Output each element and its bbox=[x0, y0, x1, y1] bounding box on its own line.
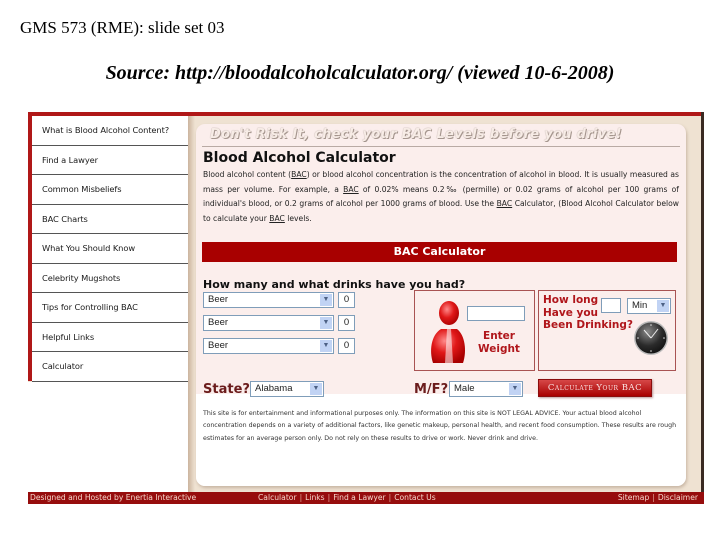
weight-input[interactable] bbox=[467, 306, 525, 321]
calculate-bac-button[interactable]: Calculate Your BAC bbox=[538, 379, 652, 397]
drink-type-select-1[interactable]: Beer ▼ bbox=[203, 292, 334, 308]
intro-text: Blood alcohol content ( bbox=[203, 170, 292, 179]
weight-label-line: Enter bbox=[483, 330, 515, 342]
weight-box: Enter Weight bbox=[414, 290, 535, 371]
drink-qty-input-3[interactable]: 0 bbox=[338, 338, 355, 354]
duration-unit-value: Min bbox=[632, 300, 648, 311]
footer-link-disclaimer[interactable]: Disclaimer bbox=[658, 493, 698, 502]
right-edge-border bbox=[701, 112, 704, 492]
sidebar-nav: What is Blood Alcohol Content? Find a La… bbox=[28, 116, 190, 382]
site-footer: Designed and Hosted by Enertia Interacti… bbox=[28, 492, 704, 504]
slide-header: GMS 573 (RME): slide set 03 bbox=[20, 18, 225, 37]
tagline: Don't Risk It, check your BAC Levels bef… bbox=[210, 127, 622, 142]
weight-label-line: Weight bbox=[478, 343, 520, 355]
state-value: Alabama bbox=[255, 383, 293, 394]
drink-type-value: Beer bbox=[208, 317, 229, 328]
sidebar-item-common-misbeliefs[interactable]: Common Misbeliefs bbox=[32, 175, 190, 205]
sex-label: M/F? bbox=[414, 382, 449, 397]
sidebar-blank-area bbox=[28, 382, 190, 492]
disclaimer-text: This site is for entertainment and infor… bbox=[203, 410, 677, 442]
sex-value: Male bbox=[454, 383, 475, 394]
footer-right-links: Sitemap | Disclaimer bbox=[618, 492, 698, 504]
sidebar-item-bac-charts[interactable]: BAC Charts bbox=[32, 205, 190, 234]
chevron-down-icon: ▼ bbox=[657, 300, 669, 312]
duration-input[interactable] bbox=[601, 298, 621, 313]
sex-select[interactable]: Male ▼ bbox=[449, 381, 523, 397]
duration-unit-select[interactable]: Min ▼ bbox=[627, 298, 671, 314]
slide-source-caption: Source: http://bloodalcoholcalculator.or… bbox=[105, 62, 615, 84]
footer-link-find-a-lawyer[interactable]: Find a Lawyer bbox=[333, 493, 385, 502]
website-screenshot: What is Blood Alcohol Content? Find a La… bbox=[28, 112, 704, 504]
footer-link-links[interactable]: Links bbox=[305, 493, 325, 502]
bac-link[interactable]: BAC bbox=[343, 185, 359, 194]
state-label: State? bbox=[203, 382, 250, 397]
sidebar-item-celebrity-mugshots[interactable]: Celebrity Mugshots bbox=[32, 264, 190, 293]
footer-link-sitemap[interactable]: Sitemap bbox=[618, 493, 649, 502]
chevron-down-icon: ▼ bbox=[509, 383, 521, 395]
chevron-down-icon: ▼ bbox=[310, 383, 322, 395]
chevron-down-icon: ▼ bbox=[320, 340, 332, 352]
footer-credit[interactable]: Designed and Hosted by Enertia Interacti… bbox=[30, 492, 196, 504]
chevron-down-icon: ▼ bbox=[320, 294, 332, 306]
sidebar-item-what-you-should-know[interactable]: What You Should Know bbox=[32, 234, 190, 264]
bac-link[interactable]: BAC bbox=[269, 214, 285, 223]
duration-box: How long Have you Been Drinking? Min ▼ bbox=[538, 290, 676, 371]
drink-qty-input-1[interactable]: 0 bbox=[338, 292, 355, 308]
sidebar-item-helpful-links[interactable]: Helpful Links bbox=[32, 323, 190, 352]
drink-qty-input-2[interactable]: 0 bbox=[338, 315, 355, 331]
sidebar-item-what-is-bac[interactable]: What is Blood Alcohol Content? bbox=[32, 116, 190, 146]
separator: | bbox=[652, 493, 655, 502]
intro-text: levels. bbox=[284, 213, 312, 223]
sidebar-item-find-a-lawyer[interactable]: Find a Lawyer bbox=[32, 146, 190, 175]
chevron-down-icon: ▼ bbox=[320, 317, 332, 329]
drink-type-value: Beer bbox=[208, 340, 229, 351]
separator: | bbox=[388, 493, 392, 502]
sidebar-shadow bbox=[188, 116, 195, 492]
weight-label: Enter Weight bbox=[467, 330, 531, 356]
sidebar-item-tips[interactable]: Tips for Controlling BAC bbox=[32, 293, 190, 323]
separator: | bbox=[327, 493, 331, 502]
clock-icon bbox=[634, 321, 668, 355]
drink-type-select-3[interactable]: Beer ▼ bbox=[203, 338, 334, 354]
separator: | bbox=[299, 493, 303, 502]
footer-link-contact-us[interactable]: Contact Us bbox=[394, 493, 435, 502]
footer-link-calculator[interactable]: Calculator bbox=[258, 493, 297, 502]
drink-type-select-2[interactable]: Beer ▼ bbox=[203, 315, 334, 331]
drink-type-value: Beer bbox=[208, 294, 229, 305]
person-icon bbox=[431, 301, 465, 363]
page-title: Blood Alcohol Calculator bbox=[203, 150, 396, 166]
sidebar-item-calculator[interactable]: Calculator bbox=[32, 352, 190, 382]
bac-link[interactable]: BAC bbox=[291, 170, 307, 179]
calculator-heading: BAC Calculator bbox=[202, 242, 677, 262]
state-select[interactable]: Alabama ▼ bbox=[250, 381, 324, 397]
intro-paragraph: Blood alcohol content (BAC) or blood alc… bbox=[203, 168, 679, 226]
footer-links: Calculator | Links | Find a Lawyer | Contact U… bbox=[258, 492, 436, 504]
duration-label-line: Been Drinking? bbox=[543, 319, 634, 331]
main-panel: Don't Risk It, check your BAC Levels bef… bbox=[196, 124, 686, 486]
bac-link[interactable]: BAC bbox=[497, 199, 513, 208]
divider bbox=[202, 146, 680, 147]
